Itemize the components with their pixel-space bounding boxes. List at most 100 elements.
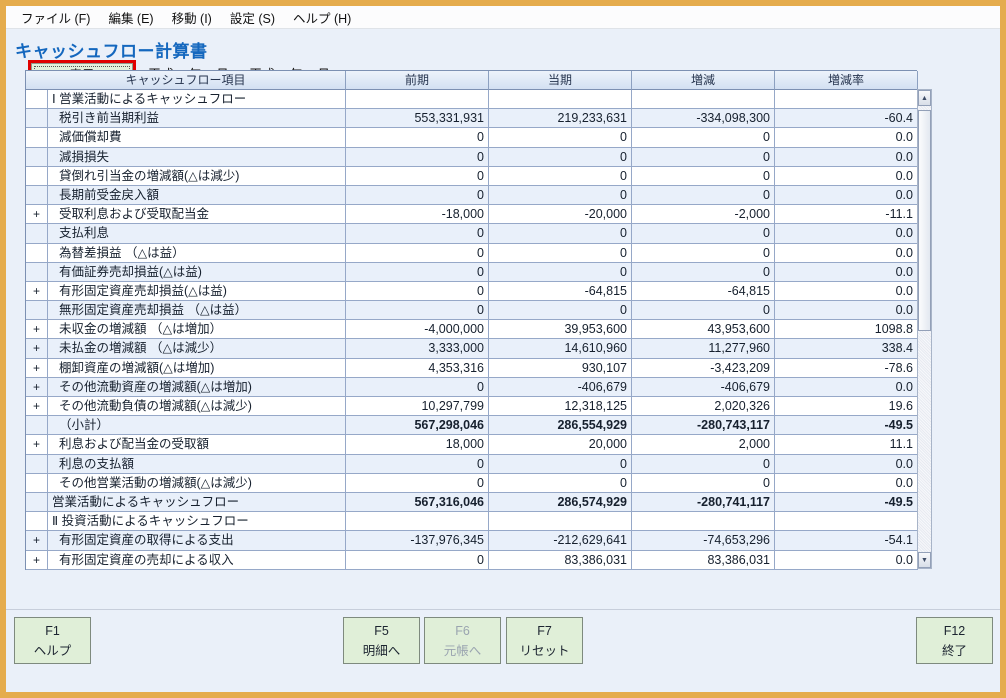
fkey-button-f12[interactable]: F12終了 [916, 617, 993, 664]
table-row[interactable]: その他営業活動の増減額(△は減少)0000.0 [26, 474, 917, 493]
row-expand-cell [26, 224, 48, 243]
row-value-diff: -2,000 [632, 205, 775, 224]
table-row[interactable]: Ⅰ 営業活動によるキャッシュフロー [26, 90, 917, 109]
scroll-up-button[interactable]: ▲ [918, 90, 931, 106]
row-value-rate: -78.6 [775, 359, 918, 378]
row-value-current: 0 [489, 244, 632, 263]
row-value-diff: 0 [632, 186, 775, 205]
row-value-rate: 0.0 [775, 263, 918, 282]
row-value-current: 0 [489, 224, 632, 243]
menu-item[interactable]: ファイル (F) [12, 5, 99, 30]
row-expand-cell[interactable]: + [26, 320, 48, 339]
row-value-rate: 1098.8 [775, 320, 918, 339]
row-value-diff: 0 [632, 148, 775, 167]
menu-item[interactable]: 編集 (E) [99, 5, 162, 30]
row-value-prev: 0 [346, 167, 489, 186]
fkey-button-f7[interactable]: F7リセット [506, 617, 583, 664]
table-row[interactable]: +その他流動資産の増減額(△は増加)0-406,679-406,6790.0 [26, 378, 917, 397]
row-expand-cell[interactable]: + [26, 531, 48, 550]
row-value-current [489, 512, 632, 531]
row-value-current: 286,554,929 [489, 416, 632, 435]
row-value-diff: -280,741,117 [632, 493, 775, 512]
row-expand-cell[interactable]: + [26, 397, 48, 416]
row-value-rate: 0.0 [775, 148, 918, 167]
fkey-key: F6 [455, 621, 470, 641]
fkey-button-f1[interactable]: F1ヘルプ [14, 617, 91, 664]
table-row[interactable]: 長期前受金戻入額0000.0 [26, 186, 917, 205]
row-expand-cell [26, 301, 48, 320]
row-expand-cell[interactable]: + [26, 205, 48, 224]
row-value-rate [775, 90, 918, 109]
row-value-prev: 0 [346, 282, 489, 301]
row-expand-cell[interactable]: + [26, 282, 48, 301]
table-body: Ⅰ 営業活動によるキャッシュフロー税引き前当期利益553,331,931219,… [26, 90, 917, 570]
row-value-diff: -74,653,296 [632, 531, 775, 550]
row-expand-cell[interactable]: + [26, 339, 48, 358]
fkey-label: ヘルプ [34, 641, 72, 661]
table-row[interactable]: +受取利息および受取配当金-18,000-20,000-2,000-11.1 [26, 205, 917, 224]
row-expand-cell[interactable]: + [26, 359, 48, 378]
row-expand-cell [26, 128, 48, 147]
row-value-current: 0 [489, 186, 632, 205]
row-value-current: -64,815 [489, 282, 632, 301]
scroll-thumb[interactable] [918, 110, 931, 331]
table-row[interactable]: 利息の支払額0000.0 [26, 455, 917, 474]
row-value-prev: -18,000 [346, 205, 489, 224]
fkey-key: F12 [944, 621, 966, 641]
table-row[interactable]: 無形固定資産売却損益 （△は益）0000.0 [26, 301, 917, 320]
table-row[interactable]: 減価償却費0000.0 [26, 128, 917, 147]
table-row[interactable]: 税引き前当期利益553,331,931219,233,631-334,098,3… [26, 109, 917, 128]
table-row[interactable]: +棚卸資産の増減額(△は増加)4,353,316930,107-3,423,20… [26, 359, 917, 378]
menu-item[interactable]: 設定 (S) [221, 5, 284, 30]
row-expand-cell[interactable]: + [26, 378, 48, 397]
table-row[interactable]: 為替差損益 （△は益）0000.0 [26, 244, 917, 263]
row-value-current: -212,629,641 [489, 531, 632, 550]
row-label: 営業活動によるキャッシュフロー [48, 493, 346, 512]
row-expand-cell [26, 493, 48, 512]
row-expand-cell[interactable]: + [26, 551, 48, 570]
table-row[interactable]: 貸倒れ引当金の増減額(△は減少)0000.0 [26, 167, 917, 186]
row-value-current: 0 [489, 148, 632, 167]
column-header-item: キャッシュフロー項目 [26, 71, 346, 90]
row-value-rate: 0.0 [775, 551, 918, 570]
row-value-prev: 0 [346, 263, 489, 282]
table-row[interactable]: +利息および配当金の受取額18,00020,0002,00011.1 [26, 435, 917, 454]
fkey-key: F1 [45, 621, 60, 641]
table-row[interactable]: +有形固定資産の取得による支出-137,976,345-212,629,641-… [26, 531, 917, 550]
row-value-diff: 0 [632, 244, 775, 263]
table-row[interactable]: 支払利息0000.0 [26, 224, 917, 243]
row-label: 貸倒れ引当金の増減額(△は減少) [48, 167, 346, 186]
row-label: 有形固定資産の売却による収入 [48, 551, 346, 570]
row-expand-cell [26, 167, 48, 186]
vertical-scrollbar[interactable]: ▲ ▼ [917, 89, 932, 569]
table-row[interactable]: 有価証券売却損益(△は益)0000.0 [26, 263, 917, 282]
row-expand-cell [26, 244, 48, 263]
row-expand-cell [26, 512, 48, 531]
row-value-prev: 567,298,046 [346, 416, 489, 435]
table-row[interactable]: （小計）567,298,046286,554,929-280,743,117-4… [26, 416, 917, 435]
row-label: 利息の支払額 [48, 455, 346, 474]
menu-item[interactable]: 移動 (I) [163, 5, 221, 30]
row-label: 減損損失 [48, 148, 346, 167]
table-row[interactable]: 営業活動によるキャッシュフロー567,316,046286,574,929-28… [26, 493, 917, 512]
row-expand-cell[interactable]: + [26, 435, 48, 454]
table-row[interactable]: +未収金の増減額 （△は増加）-4,000,00039,953,60043,95… [26, 320, 917, 339]
menu-item[interactable]: ヘルプ (H) [284, 5, 360, 30]
row-label: 受取利息および受取配当金 [48, 205, 346, 224]
row-expand-cell [26, 90, 48, 109]
row-value-diff: -64,815 [632, 282, 775, 301]
table-row[interactable]: +未払金の増減額 （△は減少）3,333,00014,610,96011,277… [26, 339, 917, 358]
scroll-down-button[interactable]: ▼ [918, 552, 931, 568]
table-row[interactable]: 減損損失0000.0 [26, 148, 917, 167]
row-value-prev: -4,000,000 [346, 320, 489, 339]
row-value-rate: 0.0 [775, 282, 918, 301]
table-row[interactable]: +有形固定資産の売却による収入083,386,03183,386,0310.0 [26, 551, 917, 570]
row-value-diff: -3,423,209 [632, 359, 775, 378]
table-row[interactable]: +有形固定資産売却損益(△は益)0-64,815-64,8150.0 [26, 282, 917, 301]
fkey-button-f5[interactable]: F5明細へ [343, 617, 420, 664]
row-label: Ⅰ 営業活動によるキャッシュフロー [48, 90, 346, 109]
table-row[interactable]: +その他流動負債の増減額(△は減少)10,297,79912,318,1252,… [26, 397, 917, 416]
row-value-prev: 553,331,931 [346, 109, 489, 128]
table-row[interactable]: Ⅱ 投資活動によるキャッシュフロー [26, 512, 917, 531]
row-label: 棚卸資産の増減額(△は増加) [48, 359, 346, 378]
